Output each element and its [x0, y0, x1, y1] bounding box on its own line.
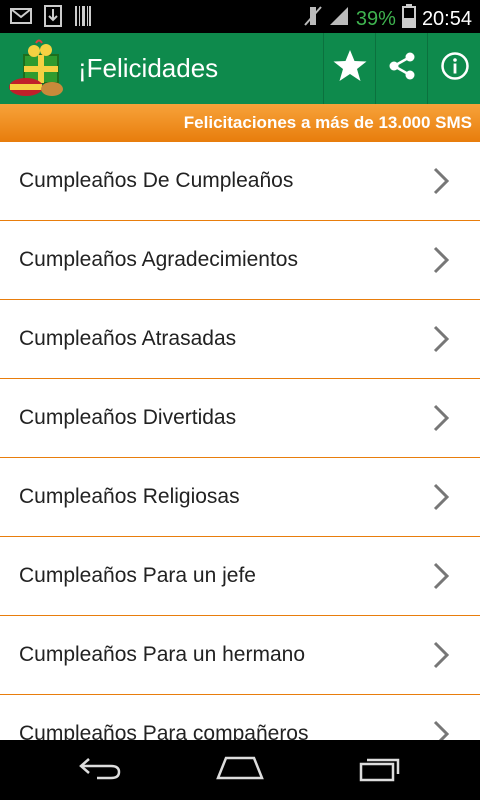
info-button[interactable]	[427, 33, 480, 104]
list-item-label: Cumpleaños De Cumpleaños	[19, 169, 294, 192]
list-item-label: Cumpleaños Agradecimientos	[19, 248, 298, 271]
chevron-right-icon	[432, 641, 450, 669]
back-button[interactable]	[75, 754, 125, 786]
list-item-label: Cumpleaños Atrasadas	[19, 327, 237, 350]
clock: 20:54	[421, 7, 472, 30]
chevron-right-icon	[432, 562, 450, 590]
list-item-label: Cumpleaños Divertidas	[19, 406, 237, 429]
muted-icon	[304, 5, 322, 33]
download-icon	[44, 5, 62, 32]
mail-icon	[10, 8, 32, 29]
info-icon	[440, 51, 470, 86]
chevron-right-icon	[432, 404, 450, 432]
list-item[interactable]: Cumpleaños De Cumpleaños	[0, 142, 480, 221]
home-button[interactable]	[215, 754, 265, 786]
list-item[interactable]: Cumpleaños Para un hermano	[0, 616, 480, 695]
list-item[interactable]: Cumpleaños Para compañeros	[0, 695, 480, 740]
list-item[interactable]: Cumpleaños Atrasadas	[0, 300, 480, 379]
notification-icons	[10, 5, 92, 32]
list-item[interactable]: Cumpleaños Para un jefe	[0, 537, 480, 616]
recent-apps-button[interactable]	[355, 754, 405, 786]
home-icon	[216, 756, 264, 785]
action-bar: ¡Felicidades	[0, 33, 480, 104]
share-button[interactable]	[375, 33, 428, 104]
star-icon	[332, 49, 368, 88]
list-item-label: Cumpleaños Religiosas	[19, 485, 240, 508]
list-item[interactable]: Cumpleaños Agradecimientos	[0, 221, 480, 300]
app-title: ¡Felicidades	[78, 53, 219, 83]
chevron-right-icon	[432, 246, 450, 274]
promo-banner: Felicitaciones a más de 13.000 SMS	[0, 104, 480, 142]
status-bar: 39% 20:54	[0, 0, 480, 33]
battery-percentage: 39%	[355, 7, 396, 30]
back-icon	[77, 755, 123, 786]
signal-icon	[328, 5, 350, 33]
list-item-label: Cumpleaños Para un hermano	[19, 643, 306, 666]
chevron-right-icon	[432, 720, 450, 740]
list-item[interactable]: Cumpleaños Divertidas	[0, 379, 480, 458]
chevron-right-icon	[432, 483, 450, 511]
list-item-label: Cumpleaños Para un jefe	[19, 564, 256, 587]
chevron-right-icon	[432, 325, 450, 353]
list-item[interactable]: Cumpleaños Religiosas	[0, 458, 480, 537]
recent-apps-icon	[358, 754, 402, 787]
battery-icon	[401, 4, 416, 34]
system-indicators: 39% 20:54	[304, 4, 472, 34]
barcode-icon	[74, 5, 92, 32]
navigation-bar	[0, 740, 480, 800]
favorites-button[interactable]	[323, 33, 376, 104]
banner-text: Felicitaciones a más de 13.000 SMS	[183, 113, 472, 132]
list-item-label: Cumpleaños Para compañeros	[19, 722, 309, 740]
app-logo-icon[interactable]	[6, 39, 68, 99]
category-list: Cumpleaños De Cumpleaños Cumpleaños Agra…	[0, 142, 480, 740]
chevron-right-icon	[432, 167, 450, 195]
share-icon	[386, 50, 418, 87]
